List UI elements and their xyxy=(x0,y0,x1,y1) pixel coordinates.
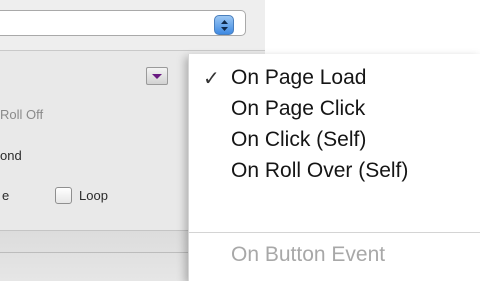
loop-checkbox[interactable] xyxy=(55,187,72,204)
e-label: e xyxy=(2,188,10,203)
menu-separator xyxy=(189,232,480,233)
menu-item-label: On Page Click xyxy=(231,97,366,120)
menu-item-label: On Page Load xyxy=(231,66,367,89)
checkmark-icon: ✓ xyxy=(203,68,220,90)
ond-label: ond xyxy=(0,148,22,163)
menu-item-label: On Click (Self) xyxy=(231,128,367,151)
menu-item-on-button-event: On Button Event xyxy=(189,239,480,270)
roll-off-label: Roll Off xyxy=(0,107,44,122)
menu-item-label: On Button Event xyxy=(231,243,386,266)
up-down-stepper-icon[interactable] xyxy=(214,15,234,35)
menu-item-label: On Roll Over (Self) xyxy=(231,159,409,182)
trigger-event-menu: ✓ On Page Load On Page Click On Click (S… xyxy=(188,54,480,281)
menu-item-on-click-self[interactable]: On Click (Self) xyxy=(189,124,480,155)
menu-item-on-roll-over-self[interactable]: On Roll Over (Self) xyxy=(189,155,480,186)
menu-item-on-page-click[interactable]: On Page Click xyxy=(189,93,480,124)
event-dropdown-button[interactable] xyxy=(146,67,168,85)
dropdown-arrow-icon xyxy=(152,74,162,79)
top-select-field[interactable] xyxy=(0,10,246,36)
loop-label: Loop xyxy=(79,188,108,203)
menu-item-on-page-load[interactable]: ✓ On Page Load xyxy=(189,62,480,93)
